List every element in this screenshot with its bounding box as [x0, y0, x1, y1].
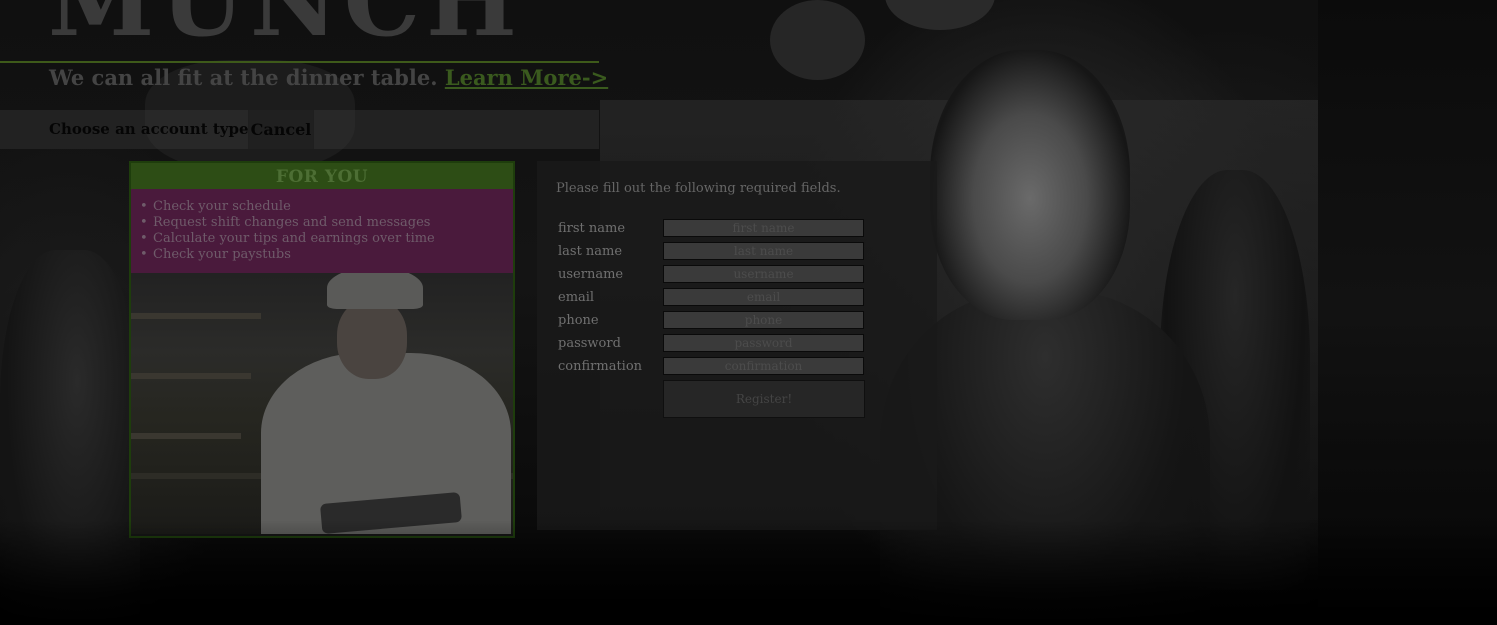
last-name-input[interactable]: [663, 242, 864, 260]
username-label: username: [558, 267, 624, 282]
header-divider: [0, 61, 599, 63]
feature-item: Check your paystubs: [140, 247, 513, 263]
feature-item: Request shift changes and send messages: [140, 215, 513, 231]
password-input[interactable]: [663, 334, 864, 352]
form-row-confirmation: confirmation: [558, 357, 868, 375]
kitchen-shelf: [131, 373, 251, 379]
form-row-password: password: [558, 334, 868, 352]
chef-hat: [327, 273, 423, 309]
background-lamp: [770, 0, 865, 80]
form-row-username: username: [558, 265, 868, 283]
first-name-input[interactable]: [663, 219, 864, 237]
for-you-title: FOR YOU: [131, 163, 513, 189]
email-input[interactable]: [663, 288, 864, 306]
confirmation-input[interactable]: [663, 357, 864, 375]
features-list: Check your schedule Request shift change…: [131, 199, 513, 263]
for-you-card: FOR YOU Check your schedule Request shif…: [129, 161, 515, 538]
account-type-label: Choose an account type:: [49, 120, 255, 138]
site-logo: MUNCH: [48, 0, 523, 58]
email-label: email: [558, 290, 595, 305]
form-row-last-name: last name: [558, 242, 868, 260]
phone-input[interactable]: [663, 311, 864, 329]
form-row-email: email: [558, 288, 868, 306]
feature-item: Calculate your tips and earnings over ti…: [140, 231, 513, 247]
cancel-button[interactable]: Cancel: [248, 110, 314, 149]
tagline-text: We can all fit at the dinner table.: [49, 65, 438, 90]
confirmation-label: confirmation: [558, 359, 643, 374]
feature-item: Check your schedule: [140, 199, 513, 215]
password-label: password: [558, 336, 621, 351]
register-button[interactable]: Register!: [663, 380, 865, 418]
chef-photo: [131, 273, 513, 534]
kitchen-shelf: [131, 313, 261, 319]
phone-label: phone: [558, 313, 599, 328]
background-woman-face: [930, 50, 1130, 320]
first-name-label: first name: [558, 221, 626, 236]
form-row-phone: phone: [558, 311, 868, 329]
background-lamp: [885, 0, 995, 30]
bottom-fade: [0, 520, 1497, 625]
page-background: MUNCH We can all fit at the dinner table…: [0, 0, 1497, 625]
features-panel: Check your schedule Request shift change…: [131, 189, 513, 273]
learn-more-link[interactable]: Learn More->: [445, 65, 608, 90]
account-type-bar: Choose an account type: Cancel: [0, 110, 599, 149]
tagline: We can all fit at the dinner table. Lear…: [49, 64, 608, 92]
registration-form: Please fill out the following required f…: [537, 161, 937, 530]
form-instructions: Please fill out the following required f…: [556, 181, 841, 196]
last-name-label: last name: [558, 244, 623, 259]
chef-head: [337, 299, 407, 379]
kitchen-shelf: [131, 433, 241, 439]
form-row-first-name: first name: [558, 219, 868, 237]
username-input[interactable]: [663, 265, 864, 283]
